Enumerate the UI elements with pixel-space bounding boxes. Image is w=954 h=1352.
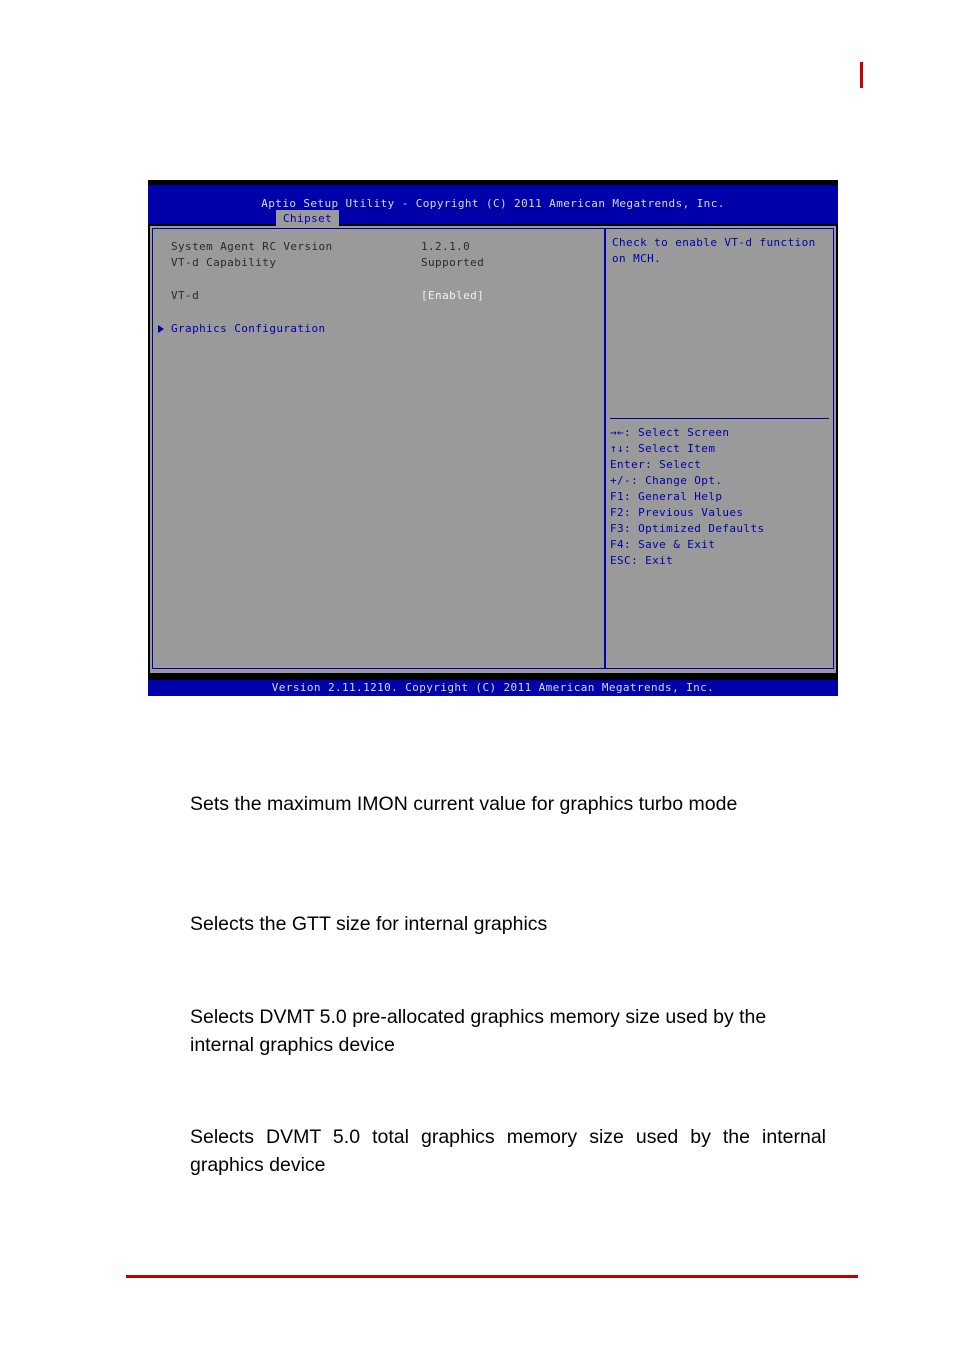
legend-select-screen: →←: Select Screen [610, 426, 730, 439]
bios-body: System Agent RC Version 1.2.1.0 VT-d Cap… [150, 226, 836, 673]
tab-chipset[interactable]: Chipset [276, 210, 340, 226]
legend-exit: ESC: Exit [610, 554, 674, 567]
setting-row: System Agent RC Version 1.2.1.0 [153, 239, 604, 255]
setting-value-vtd[interactable]: [Enabled] [421, 288, 484, 304]
description-paragraph-dvmt-preallocated: Selects DVMT 5.0 pre-allocated graphics … [190, 1006, 767, 1056]
key-legend: →←: Select Screen ↑↓: Select Item Enter:… [610, 425, 830, 569]
description-paragraph-dvmt-total: Selects DVMT 5.0 total graphics memory s… [190, 1126, 826, 1176]
setting-label: VT-d [171, 289, 200, 302]
revision-mark [860, 62, 863, 88]
setting-label: VT-d Capability [171, 256, 277, 269]
description-paragraph-gtt: Selects the GTT size for internal graphi… [190, 913, 548, 935]
setting-value: Supported [421, 256, 485, 269]
bios-version-footer: Version 2.11.1210. Copyright (C) 2011 Am… [148, 680, 838, 696]
setting-value: 1.2.1.0 [421, 240, 471, 253]
help-divider [610, 418, 829, 419]
help-panel: Check to enable VT-d function on MCH. →←… [605, 228, 834, 669]
bios-title: Aptio Setup Utility - Copyright (C) 2011… [261, 197, 725, 210]
submenu-label: Graphics Configuration [171, 322, 326, 335]
help-text: Check to enable VT-d function on MCH. [612, 236, 816, 265]
legend-change-opt: +/-: Change Opt. [610, 474, 723, 487]
triangle-right-icon [158, 325, 164, 333]
description-paragraph-imon: Sets the maximum IMON current value for … [190, 793, 738, 815]
legend-optimized-defaults: F3: Optimized Defaults [610, 522, 765, 535]
legend-save-exit: F4: Save & Exit [610, 538, 716, 551]
legend-general-help: F1: General Help [610, 490, 723, 503]
footer-rule [126, 1275, 858, 1278]
legend-select-item: ↑↓: Select Item [610, 442, 716, 455]
bios-title-bar: Aptio Setup Utility - Copyright (C) 2011… [148, 185, 838, 226]
submenu-graphics-configuration[interactable]: Graphics Configuration [153, 321, 604, 337]
setting-row: VT-d Capability Supported [153, 255, 604, 271]
settings-panel: System Agent RC Version 1.2.1.0 VT-d Cap… [152, 228, 605, 669]
legend-enter-select: Enter: Select [610, 458, 702, 471]
setting-label: System Agent RC Version [171, 240, 333, 253]
setting-row-vtd[interactable]: VT-d [Enabled] [153, 288, 604, 304]
legend-previous-values: F2: Previous Values [610, 506, 744, 519]
bios-setup-screen: Aptio Setup Utility - Copyright (C) 2011… [148, 180, 838, 696]
